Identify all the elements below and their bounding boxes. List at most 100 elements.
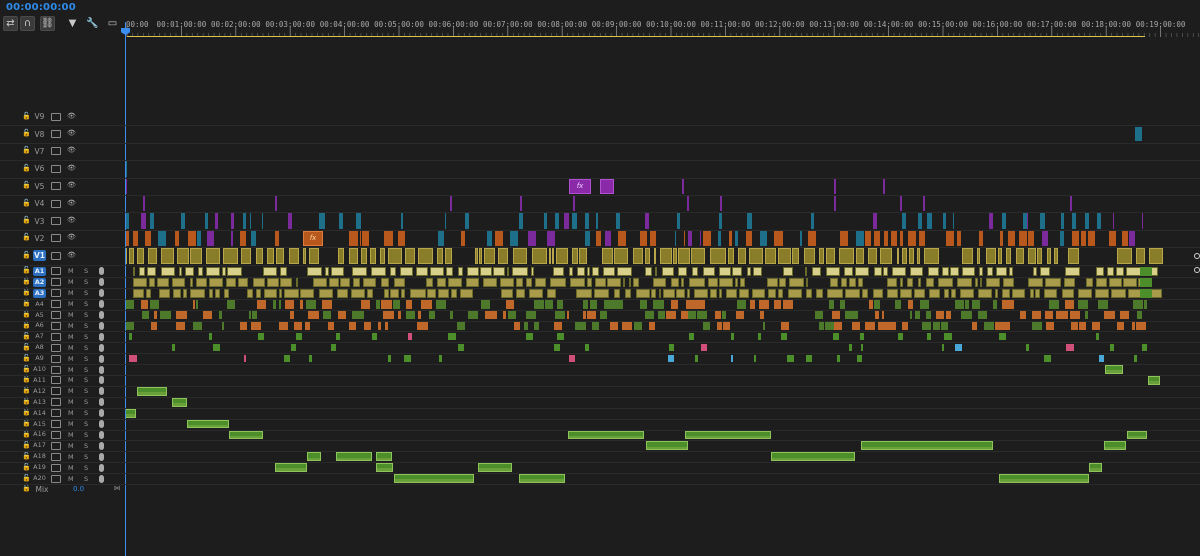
microphone-icon[interactable] [99, 376, 104, 385]
effect-clip[interactable]: fx [569, 178, 591, 194]
audio-clip[interactable] [1099, 355, 1104, 363]
audio-clip[interactable] [881, 310, 885, 320]
audio-clip[interactable] [602, 267, 615, 276]
audio-clip[interactable] [140, 299, 149, 309]
video-clip[interactable] [1117, 248, 1133, 264]
audio-clip[interactable] [1043, 355, 1051, 363]
audio-clip[interactable] [328, 321, 335, 331]
video-clip[interactable] [255, 248, 264, 264]
audio-clip[interactable] [944, 333, 952, 341]
audio-clip[interactable] [736, 299, 746, 309]
video-clip[interactable] [240, 230, 247, 247]
mute-button[interactable]: M [68, 278, 74, 286]
audio-clip[interactable] [1034, 288, 1040, 298]
audio-clip[interactable] [984, 321, 995, 331]
solo-button[interactable]: S [84, 333, 88, 341]
audio-clip[interactable] [587, 310, 596, 320]
video-clip[interactable] [1142, 213, 1144, 229]
video-clip[interactable] [144, 230, 152, 247]
audio-clip[interactable] [187, 419, 229, 429]
audio-clip[interactable] [533, 299, 545, 309]
solo-button[interactable]: S [84, 300, 88, 308]
audio-clip[interactable] [448, 333, 456, 341]
audio-clip[interactable] [150, 321, 157, 331]
video-clip[interactable] [149, 213, 154, 229]
audio-clip[interactable] [774, 299, 781, 309]
audio-clip[interactable] [546, 288, 556, 298]
audio-clip[interactable] [403, 355, 411, 363]
audio-clip[interactable] [156, 277, 170, 287]
audio-clip[interactable] [221, 321, 225, 331]
audio-clip[interactable] [592, 267, 600, 276]
audio-clip[interactable] [239, 321, 247, 331]
work-area-bar[interactable] [127, 36, 1145, 37]
video-clip[interactable] [924, 248, 940, 264]
audio-clip[interactable] [149, 277, 155, 287]
video-clip[interactable] [1007, 230, 1015, 247]
audio-clip[interactable] [1085, 277, 1094, 287]
audio-clip[interactable] [295, 277, 299, 287]
audio-clip[interactable] [886, 277, 897, 287]
audio-clip[interactable] [942, 344, 945, 352]
sync-lock-icon[interactable] [51, 112, 61, 121]
audio-clip[interactable] [427, 288, 437, 298]
audio-clip[interactable] [628, 277, 631, 287]
sync-lock-icon[interactable] [51, 474, 61, 483]
video-clip[interactable] [855, 230, 864, 247]
audio-clip[interactable] [584, 344, 590, 352]
video-clip[interactable] [902, 248, 907, 264]
video-clip[interactable] [309, 248, 319, 264]
audio-clip[interactable] [175, 321, 186, 331]
video-clip[interactable] [1080, 230, 1087, 247]
audio-clip[interactable] [1069, 310, 1080, 320]
audio-clip[interactable] [252, 310, 257, 320]
audio-clip[interactable] [553, 344, 560, 352]
audio-clip[interactable] [617, 267, 632, 276]
audio-clip[interactable] [275, 463, 307, 473]
video-clip[interactable] [303, 248, 307, 264]
video-clip[interactable] [267, 248, 275, 264]
audio-clip[interactable] [1056, 310, 1069, 320]
audio-clip[interactable] [1140, 288, 1152, 298]
audio-clip[interactable] [418, 310, 422, 320]
audio-clip[interactable] [145, 288, 152, 298]
audio-clip[interactable] [590, 299, 597, 309]
audio-clip[interactable] [248, 310, 252, 320]
audio-clip[interactable] [607, 277, 622, 287]
audio-clip[interactable] [710, 288, 717, 298]
audio-clip[interactable] [1095, 333, 1100, 341]
audio-clip[interactable] [920, 299, 930, 309]
audio-clip[interactable] [351, 267, 367, 276]
audio-clip[interactable] [753, 355, 757, 363]
audio-clip[interactable] [307, 310, 316, 320]
mute-button[interactable]: M [68, 366, 74, 374]
video-clip[interactable] [1087, 230, 1096, 247]
audio-clip[interactable] [681, 277, 684, 287]
audio-clip[interactable] [766, 277, 779, 287]
video-clip[interactable] [531, 248, 547, 264]
sync-lock-icon[interactable] [51, 420, 61, 429]
audio-clip[interactable] [860, 344, 864, 352]
audio-clip[interactable] [159, 310, 171, 320]
video-clip[interactable] [1026, 213, 1028, 229]
audio-clip[interactable] [725, 288, 737, 298]
video-clip[interactable] [1121, 230, 1129, 247]
mute-button[interactable]: M [68, 322, 74, 330]
audio-clip[interactable] [653, 299, 665, 309]
video-clip[interactable] [879, 248, 893, 264]
mute-button[interactable]: M [68, 420, 74, 428]
track-name[interactable]: V2 [33, 233, 46, 244]
lock-icon[interactable]: 🔓 [22, 299, 31, 308]
lock-icon[interactable]: 🔓 [22, 354, 31, 363]
audio-clip[interactable] [511, 267, 528, 276]
audio-clip[interactable] [1077, 288, 1092, 298]
video-clip[interactable] [1109, 230, 1117, 247]
audio-clip[interactable] [1011, 288, 1026, 298]
audio-clip[interactable] [1039, 267, 1050, 276]
audio-clip[interactable] [529, 288, 543, 298]
audio-clip[interactable] [1045, 321, 1055, 331]
audio-clip[interactable] [507, 310, 517, 320]
audio-clip[interactable] [179, 267, 182, 276]
track-name[interactable]: V4 [33, 198, 46, 209]
video-clip[interactable] [633, 248, 644, 264]
